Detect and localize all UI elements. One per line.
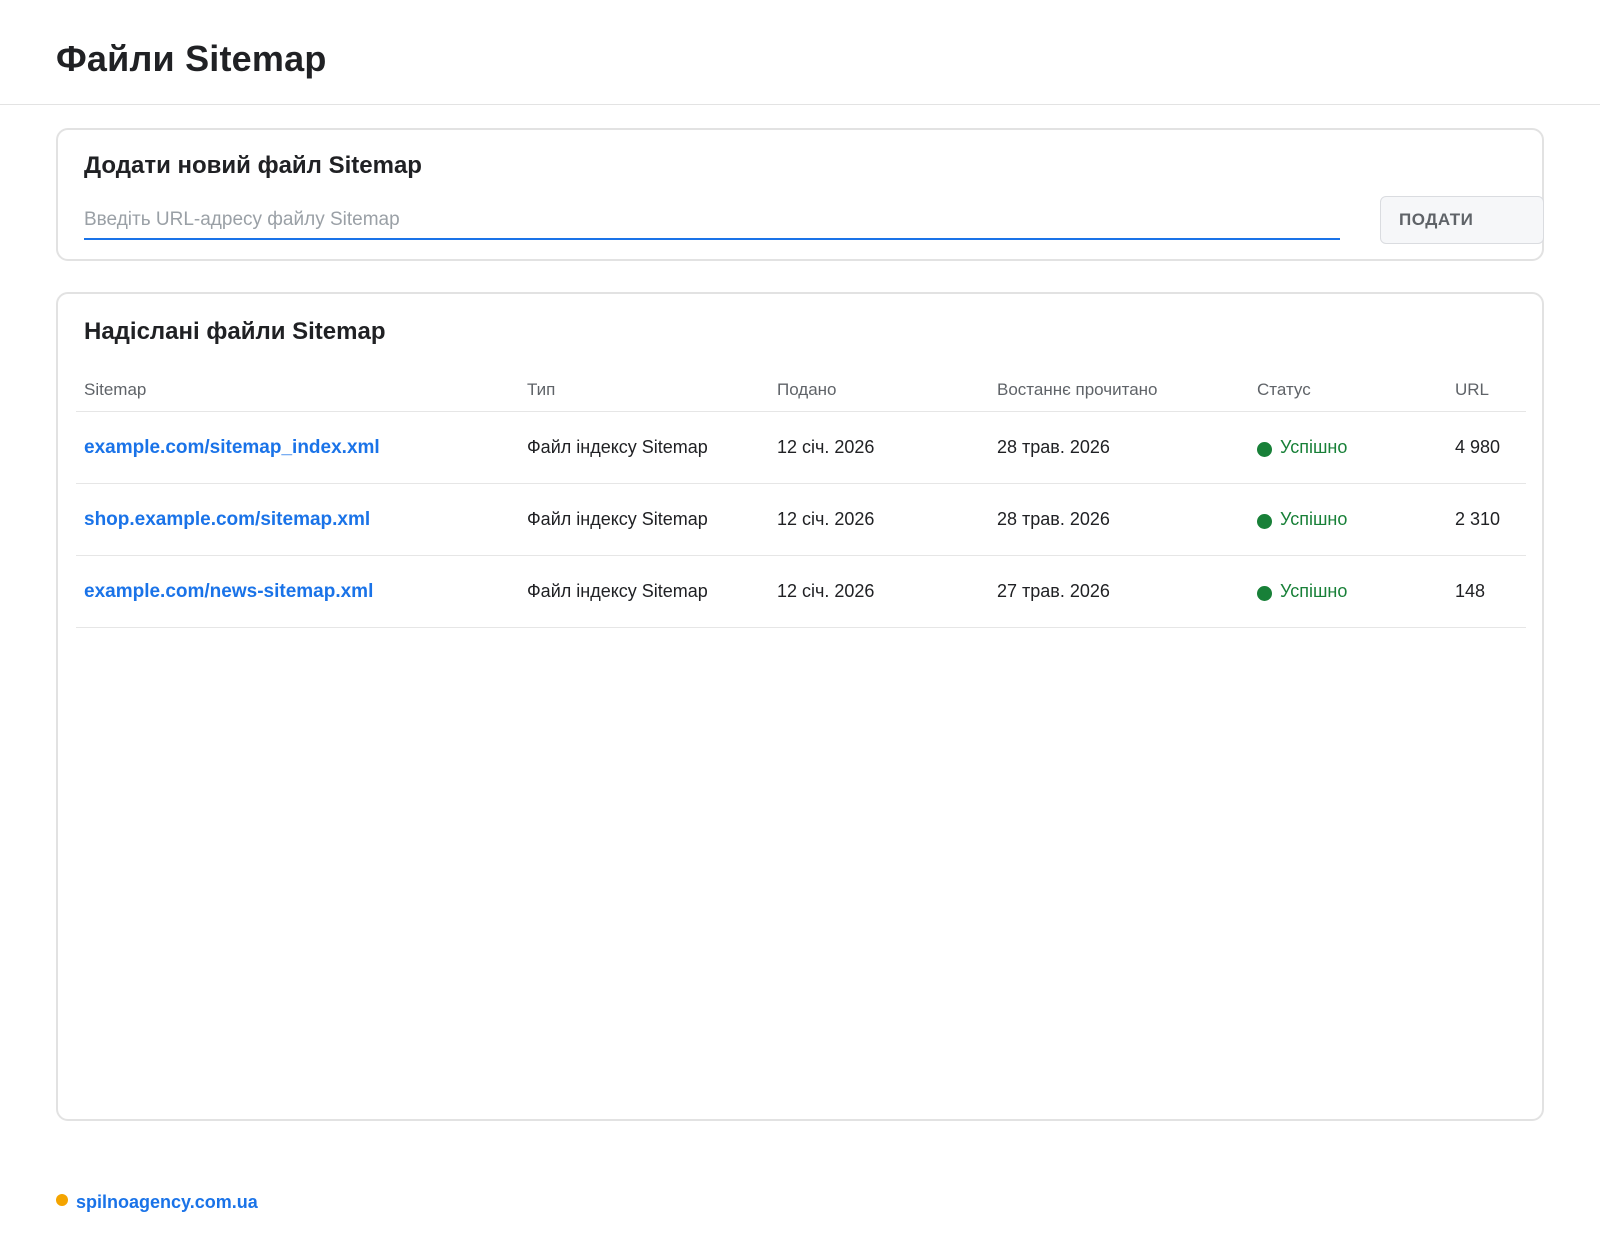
sitemaps-table: Sitemap Тип Подано Востаннє прочитано Ст… bbox=[76, 380, 1526, 628]
brand-dot-icon bbox=[56, 1193, 68, 1206]
footer: spilnoagency.com.ua bbox=[56, 1192, 258, 1213]
sitemap-url-input[interactable] bbox=[84, 202, 1340, 240]
last-read-cell: 28 трав. 2026 bbox=[997, 437, 1110, 457]
column-header-url[interactable]: URL bbox=[1455, 380, 1489, 400]
submit-button[interactable]: ПОДАТИ bbox=[1380, 196, 1544, 244]
status-success-icon bbox=[1257, 441, 1272, 457]
status-text: Успішно bbox=[1280, 509, 1348, 529]
sitemap-link[interactable]: example.com/news-sitemap.xml bbox=[84, 581, 373, 602]
add-sitemap-card: Додати новий файл Sitemap ПОДАТИ bbox=[56, 128, 1544, 261]
column-header-sitemap[interactable]: Sitemap bbox=[84, 380, 146, 400]
status-success-icon bbox=[1257, 513, 1272, 529]
column-header-last-read[interactable]: Востаннє прочитано bbox=[997, 380, 1158, 400]
table-row[interactable]: shop.example.com/sitemap.xml Файл індекс… bbox=[76, 484, 1526, 556]
submitted-cell: 12 січ. 2026 bbox=[777, 509, 875, 529]
sitemap-cell: shop.example.com/sitemap.xml bbox=[84, 509, 370, 531]
page-title: Файли Sitemap bbox=[56, 38, 327, 79]
submitted-sitemaps-card: Надіслані файли Sitemap Sitemap Тип Пода… bbox=[56, 292, 1544, 1121]
sitemap-link[interactable]: shop.example.com/sitemap.xml bbox=[84, 509, 370, 530]
url-count-cell: 2 310 bbox=[1455, 509, 1501, 529]
status-cell: Успішно bbox=[1257, 581, 1347, 602]
type-cell: Файл індексу Sitemap bbox=[527, 581, 708, 601]
table-header-row: Sitemap Тип Подано Востаннє прочитано Ст… bbox=[76, 380, 1526, 412]
sitemap-cell: example.com/news-sitemap.xml bbox=[84, 581, 373, 603]
column-header-submitted[interactable]: Подано bbox=[777, 380, 837, 400]
status-text: Успішно bbox=[1280, 581, 1348, 601]
table-row[interactable]: example.com/sitemap_index.xml Файл індек… bbox=[76, 412, 1526, 484]
last-read-cell: 28 трав. 2026 bbox=[997, 509, 1110, 529]
type-cell: Файл індексу Sitemap bbox=[527, 437, 708, 457]
status-cell: Успішно bbox=[1257, 509, 1347, 530]
status-text: Успішно bbox=[1280, 437, 1348, 457]
status-success-icon bbox=[1257, 585, 1272, 601]
sitemap-link[interactable]: example.com/sitemap_index.xml bbox=[84, 437, 380, 458]
table-row[interactable]: example.com/news-sitemap.xml Файл індекс… bbox=[76, 556, 1526, 628]
column-header-type[interactable]: Тип bbox=[527, 380, 555, 400]
url-count-cell: 148 bbox=[1455, 581, 1486, 601]
submitted-cell: 12 січ. 2026 bbox=[777, 437, 875, 457]
status-cell: Успішно bbox=[1257, 437, 1347, 458]
add-sitemap-title: Додати новий файл Sitemap bbox=[84, 152, 422, 179]
sitemap-cell: example.com/sitemap_index.xml bbox=[84, 437, 380, 459]
brand-link[interactable]: spilnoagency.com.ua bbox=[76, 1192, 258, 1213]
column-header-status[interactable]: Статус bbox=[1257, 380, 1311, 400]
submitted-cell: 12 січ. 2026 bbox=[777, 581, 875, 601]
type-cell: Файл індексу Sitemap bbox=[527, 509, 708, 529]
url-count-cell: 4 980 bbox=[1455, 437, 1501, 457]
submitted-sitemaps-title: Надіслані файли Sitemap bbox=[84, 318, 386, 345]
last-read-cell: 27 трав. 2026 bbox=[997, 581, 1110, 601]
page-header: Файли Sitemap bbox=[0, 0, 1600, 105]
